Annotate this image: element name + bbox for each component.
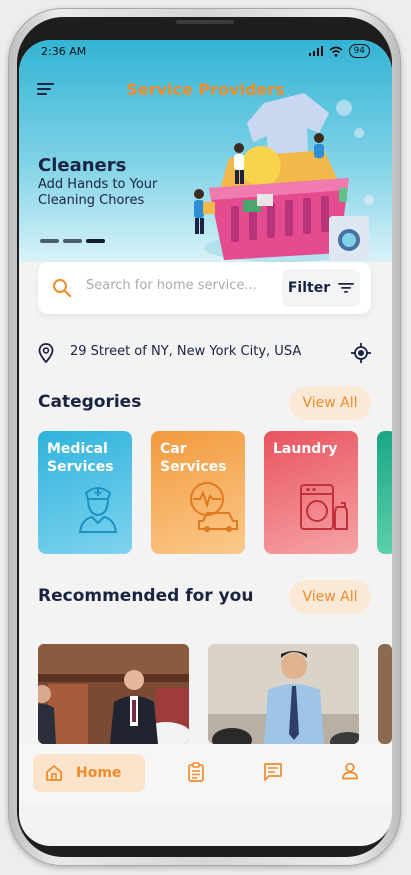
search-input[interactable] (84, 277, 266, 294)
chat-icon[interactable] (263, 762, 283, 782)
car-service-icon (190, 482, 238, 532)
search-icon[interactable] (52, 278, 72, 298)
carousel-dot[interactable] (40, 239, 59, 243)
recommended-view-all-button[interactable]: View All (289, 580, 371, 614)
signal-icon (308, 46, 323, 56)
phone-speaker (176, 20, 234, 24)
location-pin-icon (38, 343, 54, 363)
provider-photo-presenter (208, 644, 359, 744)
location-row[interactable]: 29 Street of NY, New York City, USA (38, 340, 371, 366)
profile-icon[interactable] (341, 762, 359, 780)
recommended-card-2[interactable] (208, 644, 359, 744)
wifi-icon (329, 46, 343, 57)
carousel-dot-active[interactable] (86, 239, 105, 243)
app-screen: 2:36 AM 94 Service Providers Cleaners Ad… (19, 40, 392, 814)
category-laundry[interactable]: Laundry (264, 431, 358, 554)
provider-photo-meeting (38, 644, 189, 744)
gps-target-icon[interactable] (351, 343, 371, 363)
category-medical-services[interactable]: Medical Services (38, 431, 132, 554)
recommended-title: Recommended for you (38, 586, 254, 606)
banner-subtitle: Add Hands to Your Cleaning Chores (38, 177, 158, 208)
location-address: 29 Street of NY, New York City, USA (70, 344, 302, 359)
filter-icon (338, 283, 355, 293)
recommended-card-partial[interactable] (378, 644, 392, 744)
category-label: Medical Services (47, 441, 114, 475)
status-bar: 2:36 AM 94 (19, 40, 392, 64)
carousel-indicator[interactable] (40, 239, 105, 243)
recommended-card-1[interactable] (38, 644, 189, 744)
home-icon (46, 765, 62, 781)
search-bar: Filter (38, 262, 371, 314)
tab-home-label: Home (76, 765, 122, 781)
washing-machine-icon (300, 484, 348, 530)
nurse-icon (78, 487, 118, 533)
banner-title: Cleaners (38, 155, 127, 176)
status-time: 2:36 AM (41, 45, 87, 58)
categories-title: Categories (38, 392, 142, 412)
filter-button[interactable]: Filter (282, 269, 360, 307)
category-card-partial[interactable] (377, 431, 392, 554)
clipboard-icon[interactable] (187, 762, 205, 782)
laundry-illustration-icon (194, 93, 374, 262)
category-car-services[interactable]: Car Services (151, 431, 245, 554)
category-label: Laundry (273, 441, 338, 457)
carousel-dot[interactable] (63, 239, 82, 243)
hero-banner[interactable]: 2:36 AM 94 Service Providers Cleaners Ad… (19, 40, 392, 262)
category-label: Car Services (160, 441, 227, 475)
system-nav-bar (19, 802, 392, 814)
categories-view-all-button[interactable]: View All (289, 386, 371, 420)
tab-home[interactable]: Home (33, 754, 145, 792)
filter-label: Filter (287, 280, 331, 296)
bottom-tab-bar: Home (19, 744, 392, 802)
battery-indicator: 94 (348, 44, 370, 58)
